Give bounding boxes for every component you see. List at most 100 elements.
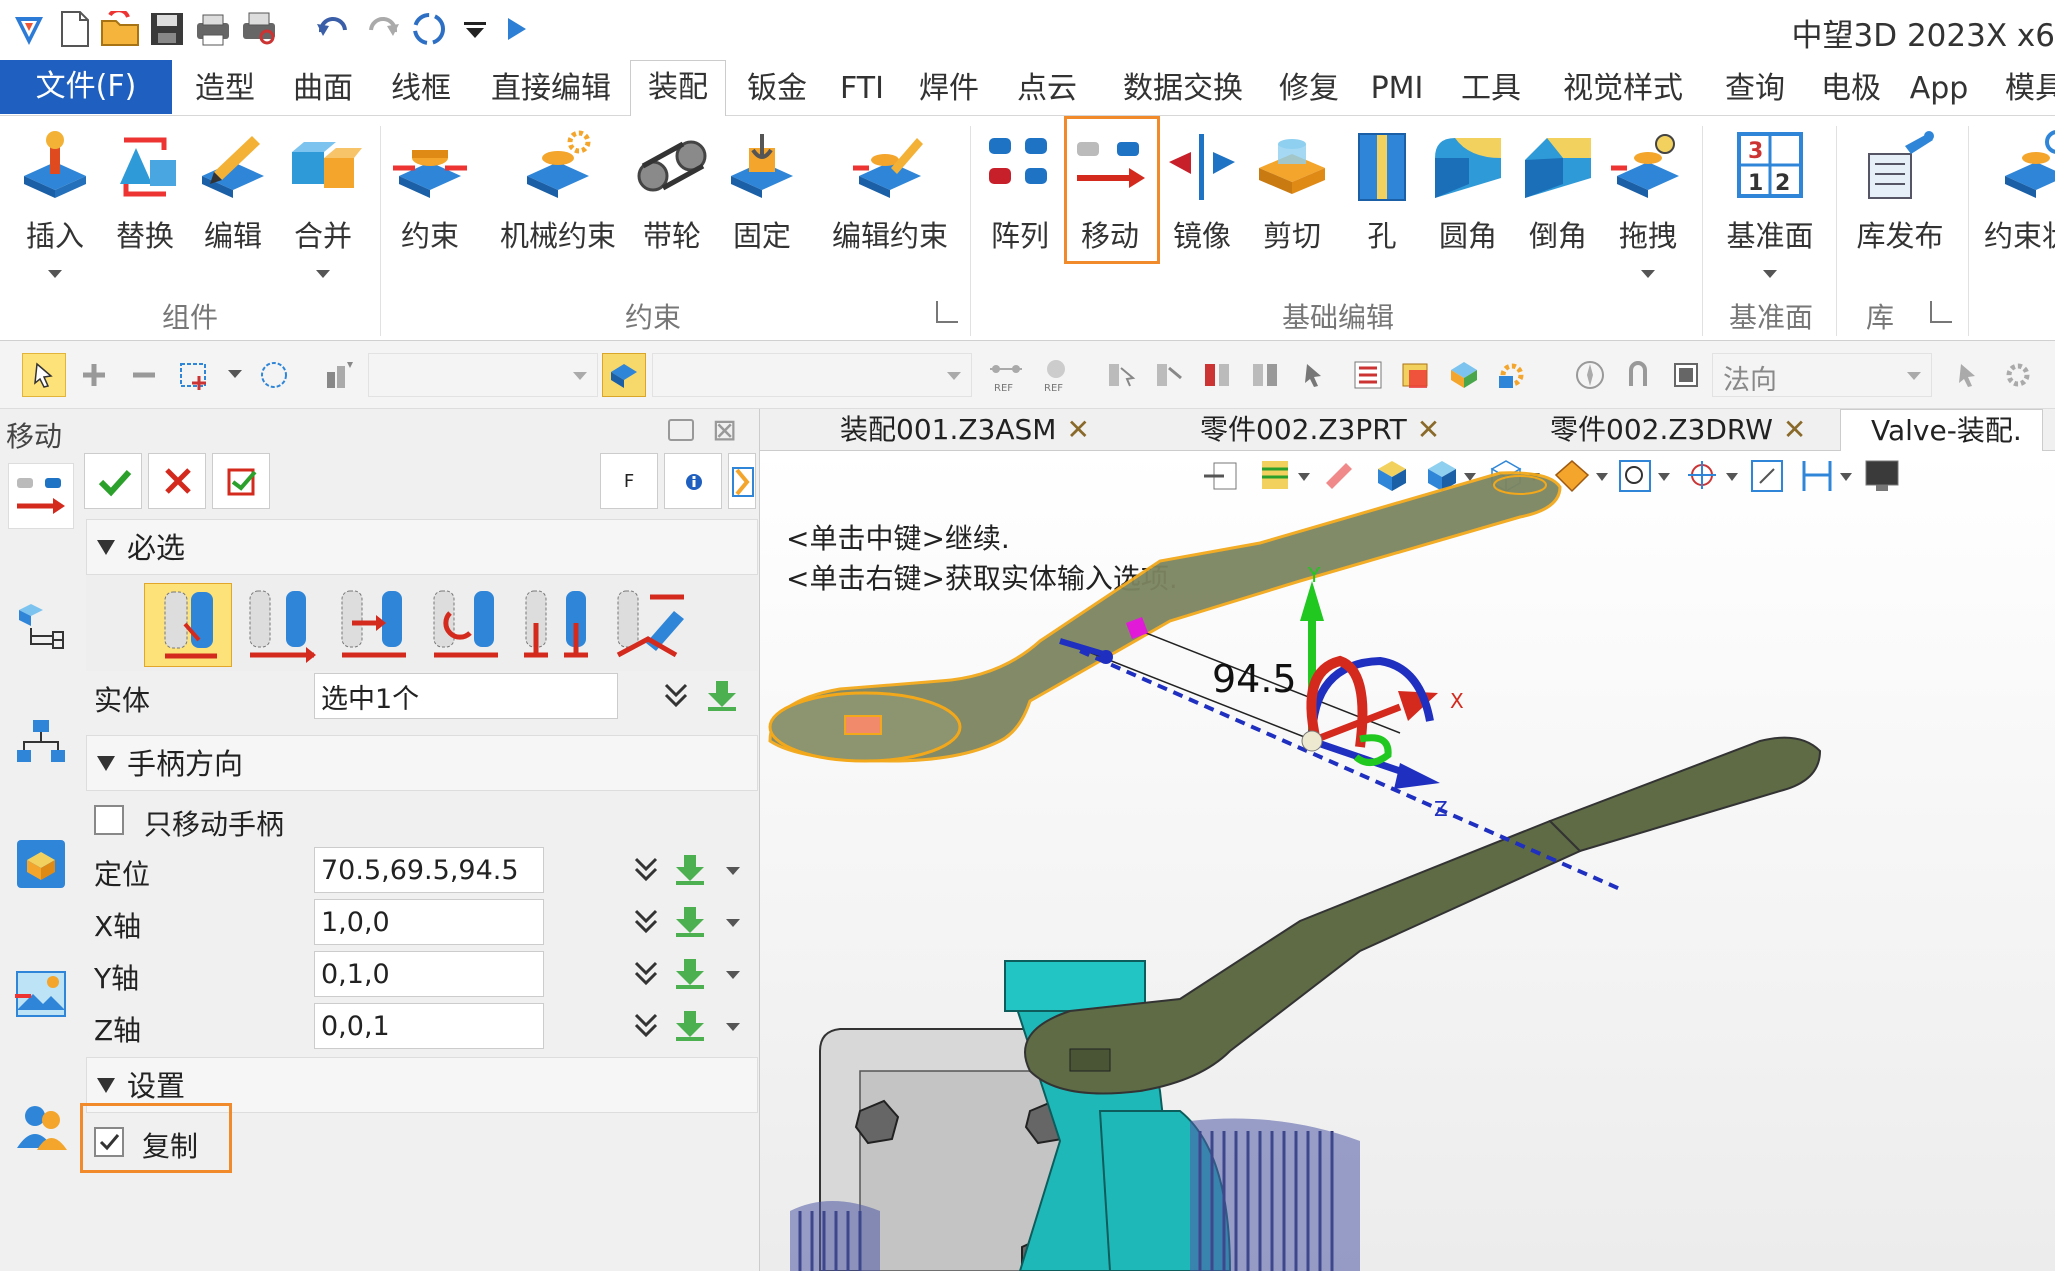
lasso-select-icon[interactable]: [252, 353, 296, 397]
material-icon[interactable]: [1442, 353, 1486, 397]
open-file-icon[interactable]: [98, 6, 144, 52]
tab-data-exchange[interactable]: 数据交换: [1108, 62, 1258, 116]
chevron-down-icon[interactable]: [1763, 270, 1777, 278]
direction-combo[interactable]: 法向: [1712, 353, 1932, 397]
tab-repair[interactable]: 修复: [1264, 62, 1354, 116]
insert-button[interactable]: 插入: [14, 120, 96, 320]
restore-icon[interactable]: [668, 419, 694, 441]
tab-surface[interactable]: 曲面: [278, 62, 368, 116]
drag-button[interactable]: 拖拽: [1606, 120, 1690, 320]
tab-app[interactable]: App: [1902, 62, 1976, 116]
pattern-button[interactable]: 阵列: [978, 120, 1062, 320]
rotate-around-axis-icon[interactable]: [420, 583, 508, 667]
chevron-down-icon[interactable]: [726, 919, 740, 927]
tab-assembly[interactable]: 装配: [630, 60, 726, 117]
tab-document[interactable]: 零件002.Z3DRW ✕: [1550, 409, 1806, 451]
chevron-down-icon[interactable]: [228, 370, 242, 378]
tab-document[interactable]: 零件002.Z3PRT ✕: [1200, 409, 1440, 451]
chamfer-button[interactable]: 倒角: [1516, 120, 1600, 320]
list-icon[interactable]: [1346, 353, 1390, 397]
library-publish-button[interactable]: 库发布: [1844, 120, 1956, 320]
move-point-to-point-icon[interactable]: [236, 583, 324, 667]
stop-icon[interactable]: [1664, 353, 1708, 397]
pick-down-icon[interactable]: [672, 851, 708, 887]
ref-select-icon[interactable]: REF: [984, 353, 1028, 397]
new-file-icon[interactable]: [52, 6, 98, 52]
move-along-direction-icon[interactable]: [328, 583, 416, 667]
filter-combo[interactable]: [368, 353, 598, 397]
compass-icon[interactable]: [1568, 353, 1612, 397]
select-vertices-icon[interactable]: [1244, 353, 1288, 397]
double-chevron-icon[interactable]: [630, 957, 662, 989]
tab-visual-style[interactable]: 视觉样式: [1548, 62, 1698, 116]
location-field[interactable]: [314, 847, 544, 893]
filter-icon[interactable]: [316, 353, 360, 397]
double-chevron-icon[interactable]: [630, 1009, 662, 1041]
tab-weldment[interactable]: 焊件: [904, 62, 994, 116]
tab-wireframe[interactable]: 线框: [376, 62, 466, 116]
section-handle-direction[interactable]: 手柄方向: [86, 735, 758, 791]
section-required[interactable]: 必选: [86, 519, 758, 575]
tab-tools[interactable]: 工具: [1446, 62, 1536, 116]
ok-button[interactable]: [84, 453, 142, 509]
group-launcher-icon[interactable]: [1930, 301, 1952, 323]
print-preview-icon[interactable]: [236, 6, 282, 52]
tab-direct-edit[interactable]: 直接编辑: [476, 62, 626, 116]
pick-down-icon[interactable]: [704, 677, 740, 713]
tab-query[interactable]: 查询: [1710, 62, 1800, 116]
fix-button[interactable]: 固定: [720, 120, 804, 320]
expand-panel-icon[interactable]: [728, 453, 756, 509]
pick-down-icon[interactable]: [672, 1007, 708, 1043]
edit-button[interactable]: 编辑: [192, 120, 274, 320]
tab-modeling[interactable]: 造型: [180, 62, 270, 116]
tab-pmi[interactable]: PMI: [1362, 62, 1432, 116]
feature-info-button[interactable]: F: [600, 453, 658, 509]
chevron-down-icon[interactable]: [316, 270, 330, 278]
mirror-button[interactable]: 镜像: [1160, 120, 1244, 320]
datum-plane-button[interactable]: 321 基准面: [1710, 120, 1830, 320]
chevron-down-icon[interactable]: [726, 1023, 740, 1031]
pick-filter-icon[interactable]: [22, 353, 66, 397]
history-icon[interactable]: [1394, 353, 1438, 397]
double-chevron-icon[interactable]: [630, 853, 662, 885]
align-axis-icon[interactable]: [512, 583, 600, 667]
chevron-down-icon[interactable]: [726, 971, 740, 979]
tab-point-cloud[interactable]: 点云: [1002, 62, 1092, 116]
move-handle-only-checkbox[interactable]: [94, 805, 124, 835]
tab-electrode[interactable]: 电极: [1806, 62, 1896, 116]
group-launcher-icon[interactable]: [936, 301, 958, 323]
cursor-icon[interactable]: [1292, 353, 1336, 397]
move-dynamic-icon[interactable]: [144, 583, 232, 667]
tab-document-active[interactable]: Valve-装配.: [1840, 409, 2043, 452]
add-selection-icon[interactable]: [72, 353, 116, 397]
user-icon[interactable]: [8, 1093, 74, 1159]
ref-clear-icon[interactable]: REF: [1034, 353, 1078, 397]
tab-fti[interactable]: FTI: [830, 62, 894, 116]
chevron-down-icon[interactable]: [726, 867, 740, 875]
settings-gear-icon[interactable]: [1490, 353, 1534, 397]
z-axis-field[interactable]: [314, 1003, 544, 1049]
select-all-icon[interactable]: [1100, 353, 1144, 397]
tab-document[interactable]: 装配001.Z3ASM ✕: [840, 409, 1090, 451]
pick-down-icon[interactable]: [672, 955, 708, 991]
mechanical-constraint-button[interactable]: 机械约束: [488, 120, 628, 320]
print-icon[interactable]: [190, 6, 236, 52]
undo-icon[interactable]: [310, 6, 356, 52]
tab-mold[interactable]: 模具: [1990, 62, 2055, 116]
y-axis-field[interactable]: [314, 951, 544, 997]
replace-button[interactable]: 替换: [104, 120, 186, 320]
merge-button[interactable]: 合并: [282, 120, 364, 320]
chevron-down-icon[interactable]: [48, 270, 62, 278]
redo-icon[interactable]: [360, 6, 406, 52]
x-axis-field[interactable]: [314, 899, 544, 945]
align-coordinate-icon[interactable]: [604, 583, 692, 667]
select-faces-icon[interactable]: [1148, 353, 1192, 397]
play-icon[interactable]: [492, 6, 538, 52]
chevron-down-icon[interactable]: [1641, 270, 1655, 278]
close-panel-icon[interactable]: ⊠: [712, 413, 737, 448]
view-orient-icon[interactable]: [602, 353, 646, 397]
pointer-icon[interactable]: [1946, 353, 1990, 397]
image-icon[interactable]: [8, 961, 74, 1027]
double-chevron-icon[interactable]: [660, 679, 692, 711]
display-icon[interactable]: [8, 831, 74, 897]
